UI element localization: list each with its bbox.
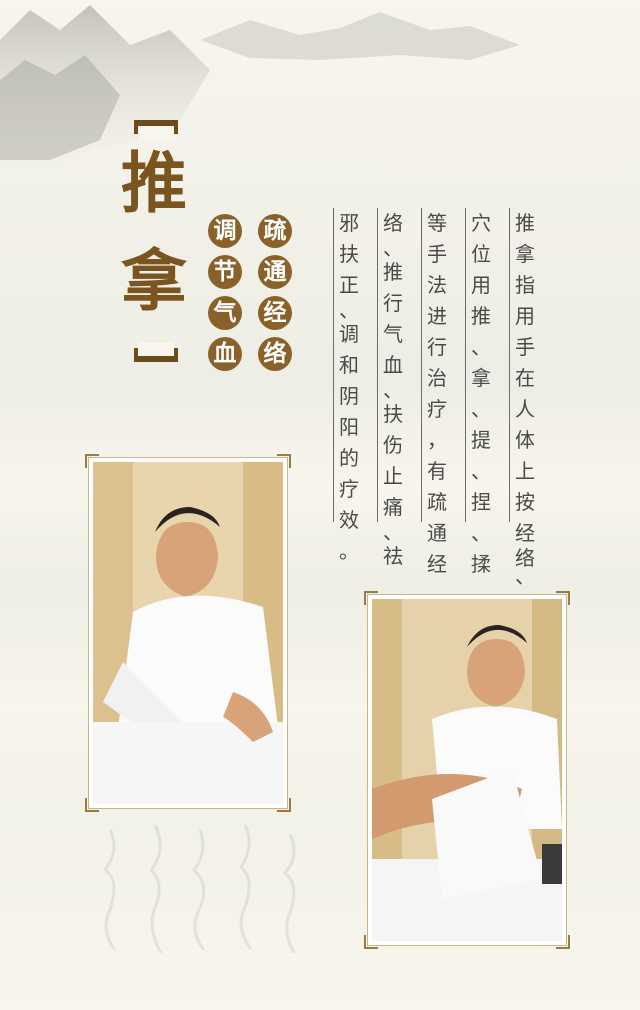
text-char: 、 bbox=[471, 335, 491, 359]
calligraphy-watermark bbox=[80, 810, 340, 980]
text-char: 等 bbox=[427, 211, 447, 235]
text-char: 络 bbox=[383, 211, 403, 235]
subtitle-char: 气 bbox=[208, 296, 242, 330]
text-char: 穴 bbox=[471, 211, 491, 235]
massage-photo-leg-image bbox=[372, 599, 562, 941]
massage-photo-back bbox=[93, 462, 283, 804]
text-char: 和 bbox=[339, 353, 359, 377]
text-char: 通 bbox=[427, 521, 447, 545]
text-char: 上 bbox=[515, 459, 535, 483]
subtitle-char: 经 bbox=[258, 296, 292, 330]
text-char: 捏 bbox=[471, 490, 491, 514]
text-char: 。 bbox=[339, 539, 359, 563]
text-char: 阳 bbox=[339, 415, 359, 439]
text-char: 治 bbox=[427, 366, 447, 390]
text-char: 疏 bbox=[427, 490, 447, 514]
title-bracket-bottom bbox=[134, 342, 178, 362]
text-char: 用 bbox=[471, 273, 491, 297]
text-char: 拿 bbox=[471, 366, 491, 390]
massage-photo-back-image bbox=[93, 462, 283, 804]
text-char: 疗 bbox=[339, 477, 359, 501]
text-char: 、 bbox=[515, 564, 535, 588]
text-char: 阴 bbox=[339, 384, 359, 408]
text-char: 伤 bbox=[383, 433, 403, 457]
description-column-3: 等 手 法 进 行 治 疗 ， 有 疏 通 经 bbox=[421, 208, 451, 576]
text-char: 推 bbox=[471, 304, 491, 328]
text-char: 推 bbox=[383, 260, 403, 284]
text-char: 、 bbox=[471, 521, 491, 545]
text-char: 、 bbox=[383, 378, 403, 402]
text-char: 的 bbox=[339, 446, 359, 470]
text-char: 有 bbox=[427, 459, 447, 483]
text-char: 血 bbox=[383, 353, 403, 377]
text-char: 体 bbox=[515, 428, 535, 452]
description-column-1: 推 拿 指 用 手 在 人 体 上 按 经 络 、 bbox=[509, 208, 539, 586]
text-char: 痛 bbox=[383, 495, 403, 519]
text-char: 、 bbox=[471, 459, 491, 483]
text-char: 、 bbox=[383, 236, 403, 260]
text-char: 指 bbox=[515, 273, 535, 297]
calligraphy-strokes bbox=[102, 824, 296, 954]
text-char: 提 bbox=[471, 428, 491, 452]
title-char-1: 推 bbox=[121, 144, 187, 222]
photo-frame-back-massage bbox=[85, 454, 291, 812]
text-char: 拿 bbox=[515, 242, 535, 266]
photo-frame-leg-stretch bbox=[364, 591, 570, 949]
text-char: 气 bbox=[383, 322, 403, 346]
text-char: 疗 bbox=[427, 397, 447, 421]
text-char: 法 bbox=[427, 273, 447, 297]
text-char: 手 bbox=[427, 242, 447, 266]
text-char: 行 bbox=[383, 291, 403, 315]
text-char: 在 bbox=[515, 366, 535, 390]
text-char: 祛 bbox=[383, 544, 403, 568]
text-char: 揉 bbox=[471, 552, 491, 576]
mountain-ink-painting bbox=[0, 5, 520, 170]
text-char: 用 bbox=[515, 304, 535, 328]
text-char: 经 bbox=[515, 521, 535, 545]
text-char: 调 bbox=[339, 322, 359, 346]
subtitle-char: 通 bbox=[258, 255, 292, 289]
text-char: 人 bbox=[515, 397, 535, 421]
text-char: 止 bbox=[383, 464, 403, 488]
text-char: 进 bbox=[427, 304, 447, 328]
text-char: 扶 bbox=[383, 402, 403, 426]
text-char: 扶 bbox=[339, 242, 359, 266]
text-char: 位 bbox=[471, 242, 491, 266]
text-char: 、 bbox=[339, 298, 359, 322]
subtitle-char: 络 bbox=[258, 337, 292, 371]
subtitle-char: 疏 bbox=[258, 214, 292, 248]
text-char: 正 bbox=[339, 273, 359, 297]
description-column-4: 络 、 推 行 气 血 、 扶 伤 止 痛 、 祛 bbox=[377, 208, 407, 568]
text-char: 邪 bbox=[339, 211, 359, 235]
subtitle-char: 调 bbox=[208, 214, 242, 248]
description-text: 推 拿 指 用 手 在 人 体 上 按 经 络 、 穴 位 用 推 、 拿 、 … bbox=[333, 208, 549, 586]
text-char: 行 bbox=[427, 335, 447, 359]
text-char: 经 bbox=[427, 552, 447, 576]
subtitle-char: 节 bbox=[208, 255, 242, 289]
massage-photo-leg bbox=[372, 599, 562, 941]
text-char: 、 bbox=[471, 397, 491, 421]
text-char: ， bbox=[427, 428, 447, 452]
title-char-2: 拿 bbox=[121, 242, 187, 320]
text-char: 效 bbox=[339, 508, 359, 532]
title-block: 推 拿 bbox=[118, 120, 188, 370]
description-column-2: 穴 位 用 推 、 拿 、 提 、 捏 、 揉 bbox=[465, 208, 495, 576]
text-char: 手 bbox=[515, 335, 535, 359]
subtitle-char: 血 bbox=[208, 337, 242, 371]
text-char: 按 bbox=[515, 490, 535, 514]
title-bracket-top bbox=[134, 120, 178, 140]
description-column-5: 邪 扶 正 、 调 和 阴 阳 的 疗 效 。 bbox=[333, 208, 363, 563]
text-char: 推 bbox=[515, 211, 535, 235]
text-char: 、 bbox=[383, 520, 403, 544]
